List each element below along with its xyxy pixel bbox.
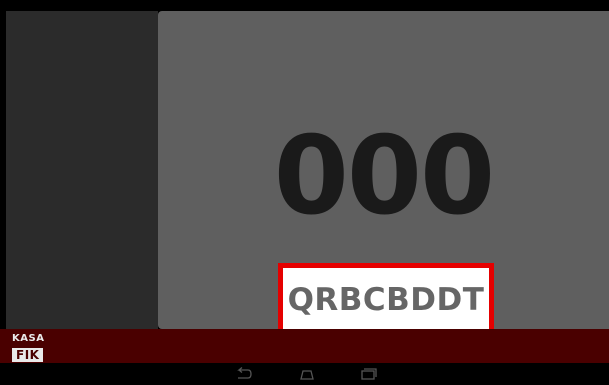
left-panel — [6, 11, 158, 329]
queue-counter: 000 — [273, 114, 495, 239]
home-icon[interactable] — [296, 367, 318, 381]
logo-line2: FIK — [12, 348, 44, 362]
system-navigation-bar — [0, 363, 609, 385]
code-box: QRBCBDDT — [278, 263, 494, 337]
code-text: QRBCBDDT — [287, 281, 485, 318]
recent-apps-icon[interactable] — [358, 367, 380, 381]
back-icon[interactable] — [232, 367, 254, 381]
code-box-inner: QRBCBDDT — [283, 268, 489, 331]
logo-line1: KASA — [12, 333, 45, 344]
footer-bar: KASA FIK — [0, 329, 609, 363]
kasafik-logo: KASA FIK — [12, 333, 56, 363]
screen: 000 QRBCBDDT KASA FIK — [0, 0, 609, 385]
